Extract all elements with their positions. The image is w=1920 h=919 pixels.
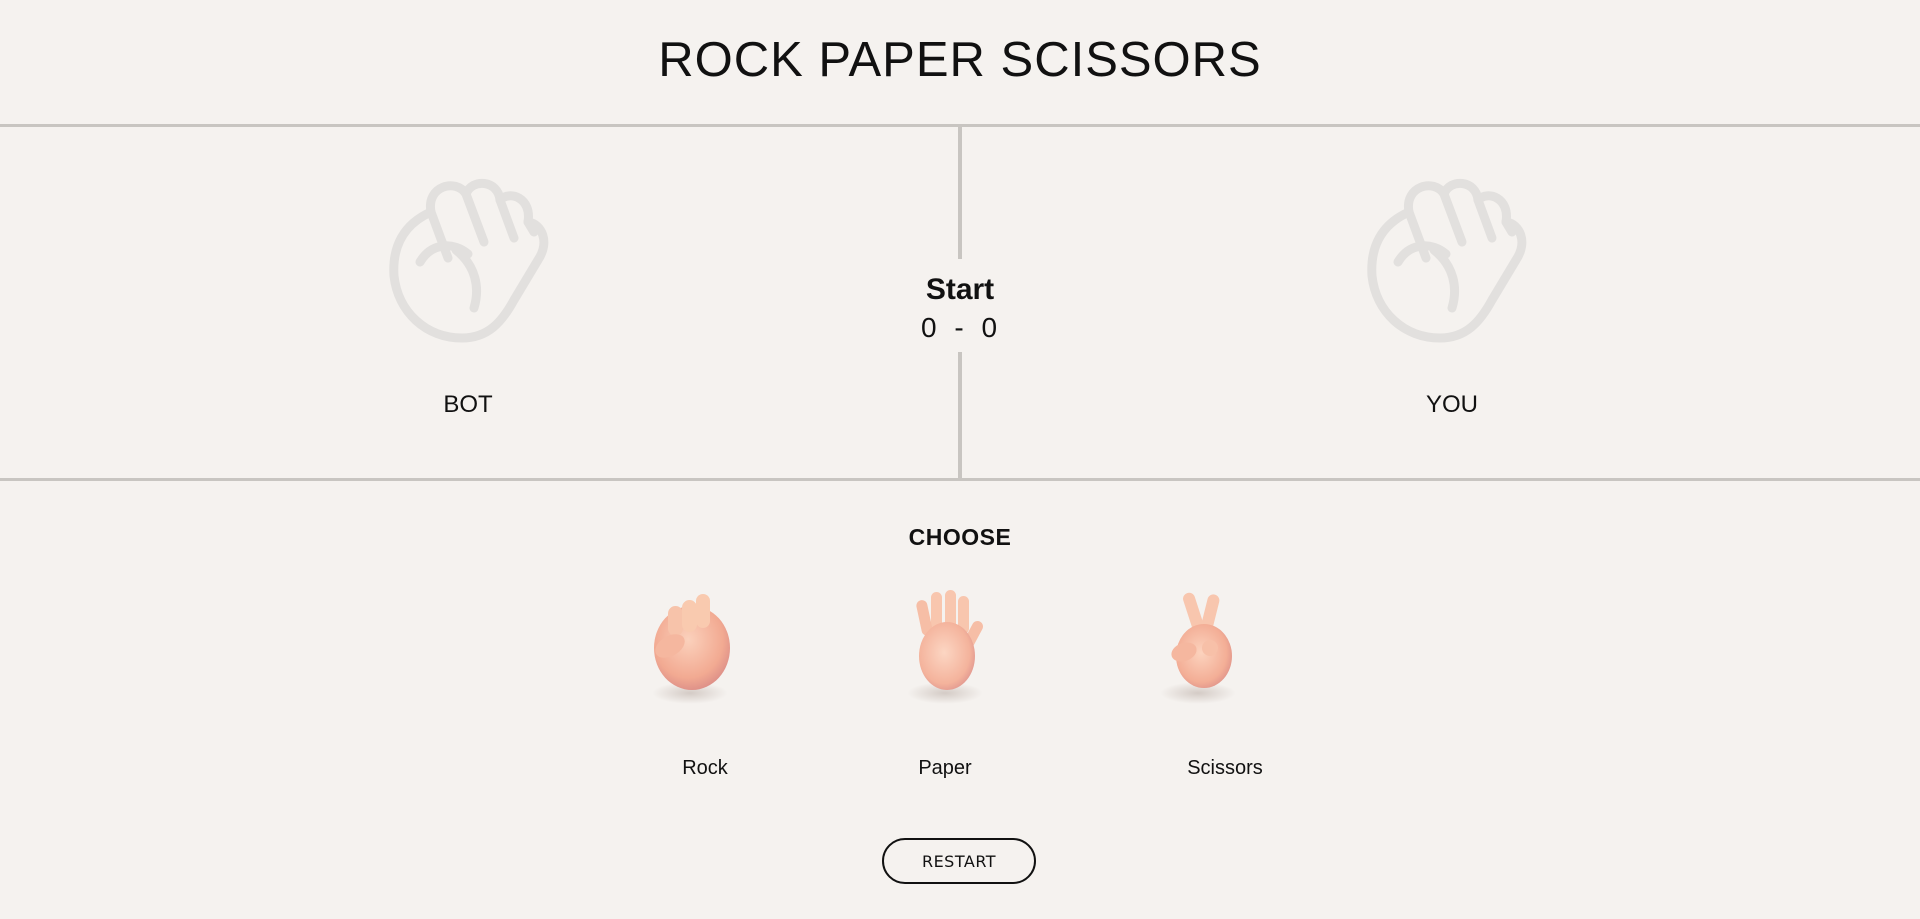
- victory-hand-emoji-icon: [1171, 592, 1232, 688]
- round-status: Start 0 - 0: [860, 270, 1060, 346]
- bot-label: BOT: [443, 391, 493, 418]
- bot-score: 0: [920, 312, 939, 343]
- choose-heading: CHOOSE: [908, 524, 1012, 550]
- you-fist-icon: [1367, 179, 1527, 343]
- paper-label: Paper: [918, 757, 972, 779]
- rock-label: Rock: [682, 757, 728, 779]
- restart-button[interactable]: RESTART: [882, 838, 1036, 884]
- you-score: 0: [981, 312, 1000, 343]
- raised-hand-emoji-icon: [916, 590, 983, 690]
- paper-choice-button[interactable]: Paper: [875, 590, 1005, 790]
- raised-fist-emoji-icon: [654, 594, 730, 690]
- status-text: Start: [925, 273, 995, 306]
- scissors-label: Scissors: [1187, 757, 1263, 779]
- center-divider-lower: [958, 352, 962, 478]
- you-label: YOU: [1425, 391, 1478, 418]
- rock-choice-button[interactable]: Rock: [620, 590, 750, 790]
- bot-fist-icon: [389, 179, 549, 343]
- game-page: ROCK PAPER SCISSORS BOT YOU Start 0 - 0 …: [0, 0, 1920, 919]
- bottom-divider: [0, 478, 1920, 481]
- page-title: ROCK PAPER SCISSORS: [658, 33, 1262, 87]
- score-separator: -: [954, 312, 966, 343]
- center-divider-upper: [958, 127, 962, 259]
- scoreboard: 0 - 0: [860, 310, 1060, 346]
- scissors-choice-button[interactable]: Scissors: [1128, 590, 1263, 790]
